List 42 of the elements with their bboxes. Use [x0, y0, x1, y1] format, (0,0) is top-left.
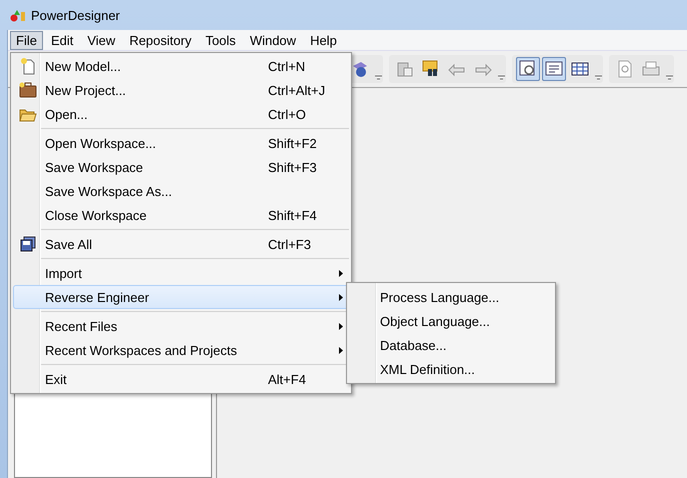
window-title: PowerDesigner	[31, 8, 120, 22]
menu-item[interactable]: New Project... Ctrl+Alt+J	[13, 78, 349, 102]
toolbar-button[interactable]	[542, 57, 566, 81]
window-magnifier-icon	[519, 60, 537, 78]
menu-item[interactable]: Open Workspace... Shift+F2	[13, 131, 349, 155]
briefcase-icon	[19, 82, 37, 98]
disks-icon	[20, 236, 36, 252]
clipboard-icon	[396, 60, 414, 78]
new-document-icon	[20, 57, 36, 75]
menu-title[interactable]: View	[81, 30, 122, 50]
submenu-arrow-icon	[339, 294, 343, 300]
menu-item[interactable]: Save Workspace Shift+F3	[13, 155, 349, 179]
menu-item[interactable]: Recent Files	[13, 314, 349, 338]
menu-title[interactable]: Edit	[44, 30, 80, 50]
submenu-arrow-icon	[339, 322, 343, 330]
menu-title[interactable]: Repository	[123, 30, 198, 50]
menu-item[interactable]: XML Definition...	[347, 357, 555, 381]
menu-title[interactable]: Tools	[199, 30, 242, 50]
menu-item[interactable]: Process Language...	[347, 285, 555, 309]
menu-item[interactable]: Object Language...	[347, 309, 555, 333]
menu-item[interactable]: New Model... Ctrl+N	[13, 54, 349, 78]
menu-title[interactable]: File	[10, 30, 43, 50]
menu-item[interactable]: Close Workspace Shift+F4	[13, 203, 349, 227]
menu-title[interactable]: Help	[304, 30, 343, 50]
menu-item[interactable]: Save All Ctrl+F3	[13, 232, 349, 256]
menu-item[interactable]: Save Workspace As...	[13, 179, 349, 203]
table-icon	[571, 60, 589, 78]
submenu-arrow-icon	[339, 346, 343, 354]
submenu-arrow-icon	[339, 270, 343, 276]
text-window-icon	[545, 60, 563, 78]
printer-icon	[642, 60, 660, 78]
menu-item[interactable]: Database...	[347, 333, 555, 357]
menu-item[interactable]: Reverse Engineer	[13, 285, 349, 309]
app-logo-icon	[10, 8, 26, 22]
folder-icon	[19, 106, 37, 122]
page-magnifier-icon	[616, 60, 634, 78]
menu-item[interactable]: Import	[13, 261, 349, 285]
menu-title[interactable]: Window	[244, 30, 302, 50]
menu-item[interactable]: Open... Ctrl+O	[13, 102, 349, 126]
toolbar-button[interactable]	[516, 57, 540, 81]
menu-item[interactable]: Exit Alt+F4	[13, 367, 349, 391]
menu-item[interactable]: Recent Workspaces and Projects	[13, 338, 349, 362]
